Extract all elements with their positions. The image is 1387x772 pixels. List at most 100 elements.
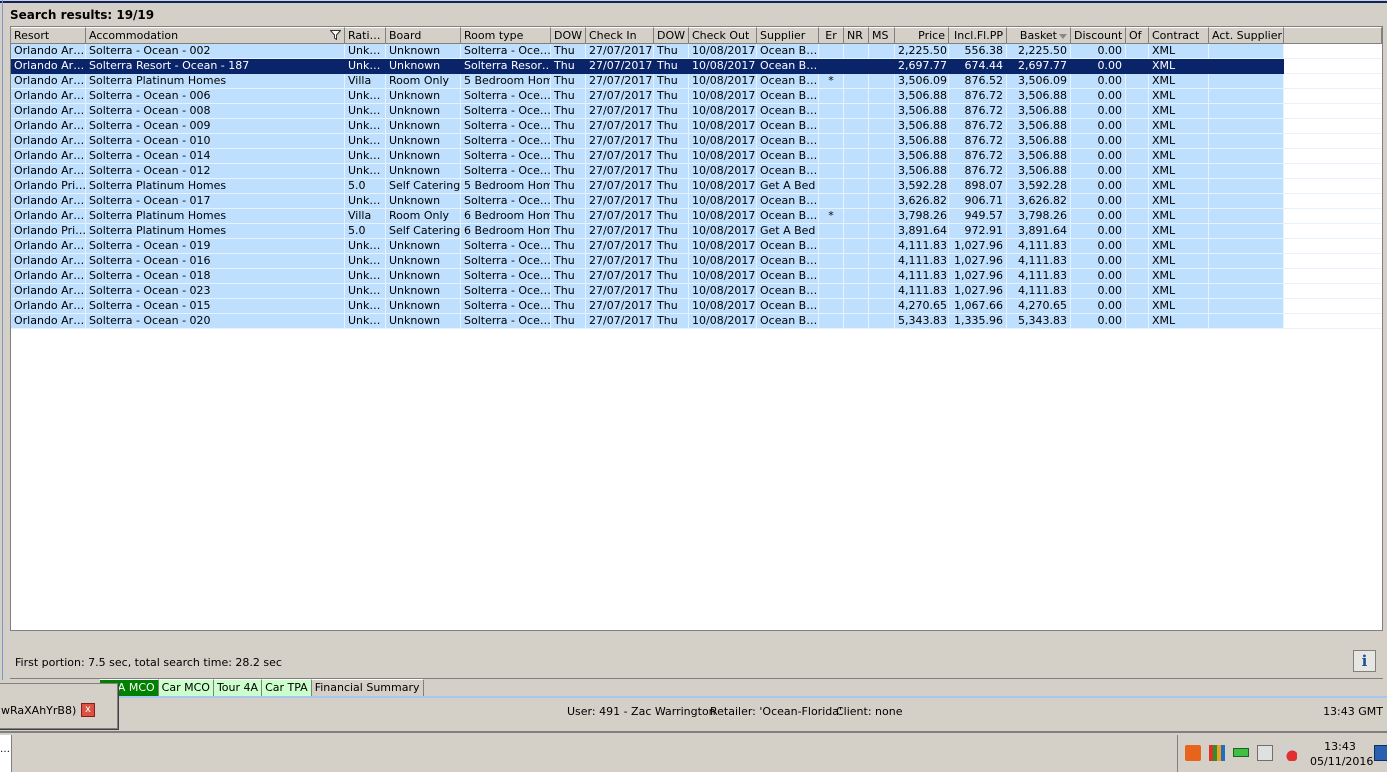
show-desktop-icon[interactable] (1374, 745, 1387, 761)
cell-check-out: 10/08/2017 (689, 179, 757, 194)
cell-nr (844, 224, 869, 239)
table-row[interactable]: Orlando Ar… Solterra - Ocean - 008 Unk… Unk… (11, 104, 1382, 119)
table-row[interactable]: Orlando Ar… Solterra - Ocean - 009 Unk… Unk… (11, 119, 1382, 134)
tab-car-tpa[interactable]: Car TPA (262, 679, 312, 696)
table-row[interactable]: Orlando Ar… Solterra - Ocean - 015 Unk… Unk… (11, 299, 1382, 314)
cell-basket: 3,506.88 (1007, 104, 1071, 119)
column-header-resort[interactable]: Resort (11, 27, 86, 44)
cell-act-supplier (1209, 119, 1284, 134)
column-header-board[interactable]: Board (386, 27, 461, 44)
cell-check-out: 10/08/2017 (689, 134, 757, 149)
table-row[interactable]: Orlando Ar… Solterra Platinum Homes Villa R… (11, 74, 1382, 89)
cell-ms (869, 194, 895, 209)
column-header-dow-out[interactable]: DOW (654, 27, 689, 44)
row-filler (1284, 89, 1382, 104)
cell-accommodation: Solterra - Ocean - 006 (86, 89, 345, 104)
cell-check-in: 27/07/2017 (586, 269, 654, 284)
filter-icon[interactable] (330, 30, 341, 40)
table-row[interactable]: Orlando Ar… Solterra Platinum Homes Villa R… (11, 209, 1382, 224)
table-row[interactable]: Orlando Ar… Solterra - Ocean - 012 Unk… Unk… (11, 164, 1382, 179)
cell-price: 3,506.88 (895, 164, 949, 179)
table-row[interactable]: Orlando Ar… Solterra - Ocean - 017 Unk… Unk… (11, 194, 1382, 209)
cell-basket: 3,506.88 (1007, 119, 1071, 134)
cell-check-out: 10/08/2017 (689, 149, 757, 164)
info-button[interactable]: i (1353, 650, 1376, 672)
table-row[interactable]: Orlando Ar… Solterra - Ocean - 019 Unk… Unk… (11, 239, 1382, 254)
cell-supplier: Ocean B… (757, 44, 819, 59)
column-header-room-type[interactable]: Room type (461, 27, 551, 44)
cell-dow-out: Thu (654, 149, 689, 164)
cell-incl-fl-pp: 972.91 (949, 224, 1007, 239)
column-header-ms[interactable]: MS (869, 27, 895, 44)
tab-car-mco[interactable]: Car MCO (158, 679, 214, 696)
cell-board: Unknown (386, 104, 461, 119)
cell-basket: 3,506.88 (1007, 149, 1071, 164)
table-row[interactable]: Orlando Pri… Solterra Platinum Homes 5.0 Se… (11, 179, 1382, 194)
cell-accommodation: Solterra Resort - Ocean - 187 (86, 59, 345, 74)
cell-nr (844, 104, 869, 119)
column-header-dow-in[interactable]: DOW (551, 27, 586, 44)
table-row[interactable]: Orlando Pri… Solterra Platinum Homes 5.0 Se… (11, 224, 1382, 239)
cell-nr (844, 254, 869, 269)
column-header-accommodation[interactable]: Accommodation (86, 27, 345, 44)
table-row[interactable]: Orlando Ar… Solterra - Ocean - 020 Unk… Unk… (11, 314, 1382, 329)
table-row[interactable]: Orlando Ar… Solterra - Ocean - 023 Unk… Unk… (11, 284, 1382, 299)
column-header-er[interactable]: Er (819, 27, 844, 44)
tab-financial-summary[interactable]: Financial Summary (311, 679, 424, 696)
java-icon[interactable] (1185, 745, 1201, 761)
cell-of (1126, 269, 1149, 284)
table-row[interactable]: Orlando Ar… Solterra - Ocean - 006 Unk… Unk… (11, 89, 1382, 104)
column-header-check-out[interactable]: Check Out (689, 27, 757, 44)
cell-check-in: 27/07/2017 (586, 164, 654, 179)
network-card-icon[interactable] (1233, 748, 1249, 757)
cell-ms (869, 299, 895, 314)
column-header-contract[interactable]: Contract (1149, 27, 1209, 44)
clock[interactable]: 13:43 05/11/2016 (1310, 739, 1373, 769)
cell-supplier: Get A Bed (757, 224, 819, 239)
close-icon[interactable]: x (81, 703, 95, 717)
table-row[interactable]: Orlando Ar… Solterra - Ocean - 010 Unk… Unk… (11, 134, 1382, 149)
table-row[interactable]: Orlando Ar… Solterra Resort - Ocean - 187… (11, 59, 1382, 74)
row-filler (1284, 59, 1382, 74)
tab-tour-4a[interactable]: Tour 4A (213, 679, 263, 696)
cell-supplier: Ocean B… (757, 194, 819, 209)
cell-accommodation: Solterra - Ocean - 009 (86, 119, 345, 134)
column-header-supplier[interactable]: Supplier (757, 27, 819, 44)
taskbar-button[interactable]: … (0, 735, 12, 772)
volume-muted-icon[interactable] (1281, 745, 1297, 761)
popup-window[interactable]: wRaXAhYrB8) x (0, 683, 118, 729)
cell-dow-in: Thu (551, 209, 586, 224)
cell-supplier: Ocean B… (757, 59, 819, 74)
cell-accommodation: Solterra - Ocean - 012 (86, 164, 345, 179)
column-header-incl-fl-pp[interactable]: Incl.Fl.PP (949, 27, 1007, 44)
cell-dow-out: Thu (654, 164, 689, 179)
cell-rating: Unk… (345, 254, 386, 269)
table-row[interactable]: Orlando Ar… Solterra - Ocean - 014 Unk… Unk… (11, 149, 1382, 164)
cell-incl-fl-pp: 876.72 (949, 119, 1007, 134)
column-header-check-in[interactable]: Check In (586, 27, 654, 44)
window-top-border (0, 0, 1387, 3)
column-header-price[interactable]: Price (895, 27, 949, 44)
cell-nr (844, 314, 869, 329)
column-header-rating[interactable]: Rati… (345, 27, 386, 44)
cell-dow-out: Thu (654, 134, 689, 149)
cell-dow-in: Thu (551, 194, 586, 209)
cell-room-type: 6 Bedroom Home (461, 209, 551, 224)
column-header-discount[interactable]: Discount (1071, 27, 1126, 44)
cell-board: Unknown (386, 269, 461, 284)
cell-discount: 0.00 (1071, 149, 1126, 164)
table-row[interactable]: Orlando Ar… Solterra - Ocean - 016 Unk… Unk… (11, 254, 1382, 269)
cell-check-out: 10/08/2017 (689, 314, 757, 329)
cell-basket: 5,343.83 (1007, 314, 1071, 329)
column-header-nr[interactable]: NR (844, 27, 869, 44)
cell-price: 3,506.88 (895, 104, 949, 119)
results-grid[interactable]: Resort Accommodation Rati… Board Room type DO… (10, 26, 1383, 631)
network-icon[interactable] (1257, 745, 1273, 761)
table-row[interactable]: Orlando Ar… Solterra - Ocean - 002 Unk… Unk… (11, 44, 1382, 59)
avg-icon[interactable] (1209, 745, 1225, 761)
column-header-act-supplier[interactable]: Act. Supplier (1209, 27, 1284, 44)
table-row[interactable]: Orlando Ar… Solterra - Ocean - 018 Unk… Unk… (11, 269, 1382, 284)
cell-check-out: 10/08/2017 (689, 299, 757, 314)
column-header-of[interactable]: Of (1126, 27, 1149, 44)
column-header-basket[interactable]: Basket (1007, 27, 1071, 44)
